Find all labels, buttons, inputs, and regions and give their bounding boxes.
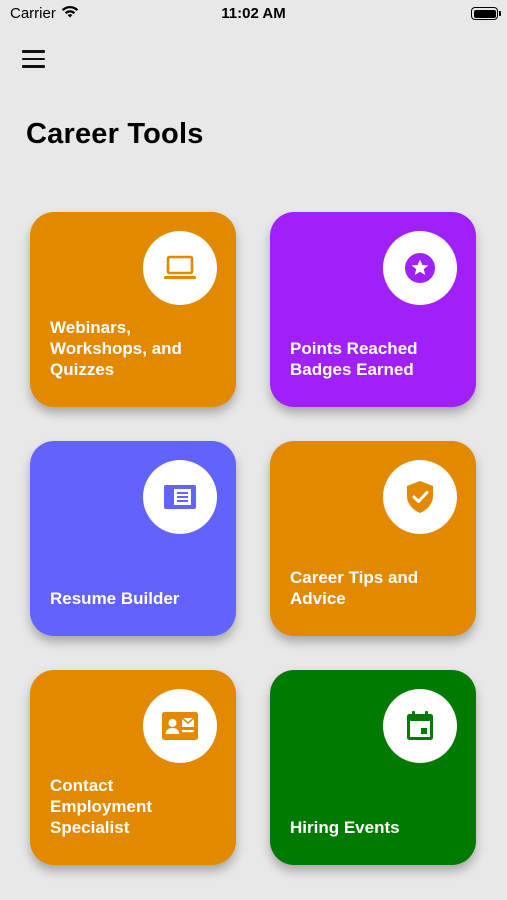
tile-label: Webinars, Workshops, and Quizzes [50, 318, 182, 379]
tile-resume-builder[interactable]: Resume Builder [30, 441, 236, 636]
tile-label: Hiring Events [290, 818, 400, 837]
shield-check-icon [383, 460, 457, 534]
battery-icon [471, 7, 501, 20]
status-time: 11:02 AM [221, 5, 286, 22]
tile-hiring-events[interactable]: Hiring Events [270, 670, 476, 865]
laptop-icon [143, 231, 217, 305]
tile-label: Contact Employment Specialist [50, 776, 153, 837]
tile-career-tips[interactable]: Career Tips and Advice [270, 441, 476, 636]
tools-grid: Webinars, Workshops, and Quizzes Points … [30, 212, 477, 865]
star-badge-icon [383, 231, 457, 305]
menu-bar [22, 57, 45, 61]
contact-card-icon [143, 689, 217, 763]
resume-icon [143, 460, 217, 534]
page-title: Career Tools [26, 118, 204, 150]
status-bar: Carrier 11:02 AM [0, 0, 507, 28]
calendar-icon [383, 689, 457, 763]
menu-bar [22, 50, 45, 53]
tile-webinars[interactable]: Webinars, Workshops, and Quizzes [30, 212, 236, 407]
tile-label: Career Tips and Advice [290, 568, 419, 608]
hamburger-menu-button[interactable] [22, 48, 48, 70]
tile-points-badges[interactable]: Points Reached Badges Earned [270, 212, 476, 407]
tile-contact-specialist[interactable]: Contact Employment Specialist [30, 670, 236, 865]
tile-label: Points Reached Badges Earned [290, 339, 418, 379]
tile-label: Resume Builder [50, 589, 180, 608]
menu-bar [22, 65, 45, 68]
